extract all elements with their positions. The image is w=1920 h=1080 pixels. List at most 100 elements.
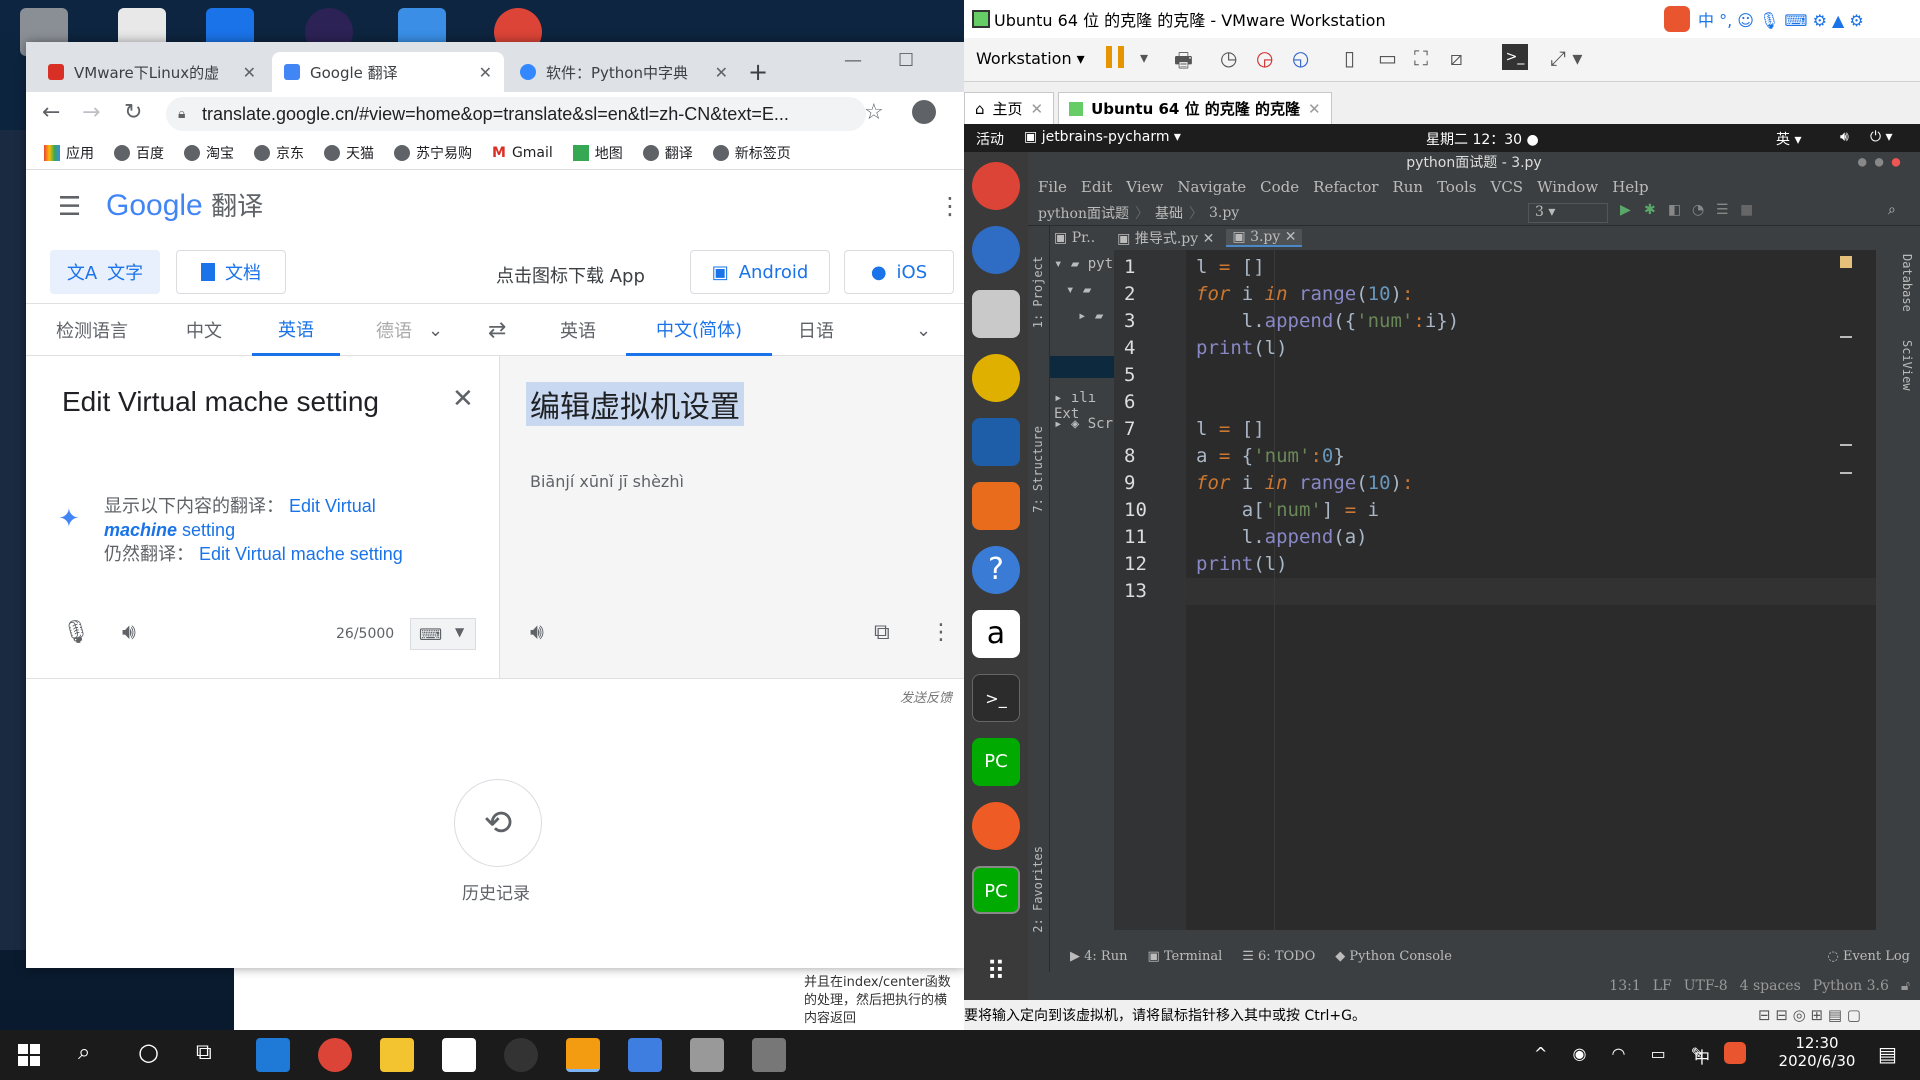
send-feedback-link[interactable]: 发送反馈 xyxy=(900,687,952,706)
project-tool-button[interactable]: 1: Project xyxy=(1031,256,1045,328)
activities-button[interactable]: 活动 xyxy=(976,129,1004,149)
indent-setting[interactable]: 4 spaces xyxy=(1740,978,1801,994)
menu-code[interactable]: Code xyxy=(1260,178,1299,196)
minimize-icon[interactable]: — xyxy=(844,50,862,71)
lang-target-english[interactable]: 英语 xyxy=(560,304,596,356)
search-everywhere-icon[interactable]: ⌕ xyxy=(1888,202,1896,218)
lang-target-chinese[interactable]: 中文(简体) xyxy=(626,304,773,356)
snapshot-manager-icon[interactable]: ◵ xyxy=(1292,46,1309,70)
clock[interactable]: 星期二 12：30 ● xyxy=(1426,129,1539,149)
breadcrumb-file[interactable]: 3.py xyxy=(1209,205,1239,221)
swap-languages-icon[interactable]: ⇄ xyxy=(488,304,506,356)
sciview-tool-button[interactable]: SciView xyxy=(1900,340,1914,391)
app-menu[interactable]: ▣ jetbrains-pycharm ▾ xyxy=(1024,129,1181,145)
menu-view[interactable]: View xyxy=(1126,178,1163,196)
close-tab-icon[interactable]: ✕ xyxy=(243,63,256,82)
pycharm-icon[interactable]: PC xyxy=(972,738,1020,786)
stop-icon[interactable]: ■ xyxy=(1740,202,1753,218)
inspection-warning-icon[interactable] xyxy=(1840,256,1852,268)
tab-file[interactable]: ▣ 推导式.py ✕ xyxy=(1117,228,1214,248)
mode-document-button[interactable]: 文档 xyxy=(176,250,286,294)
browser-tab-active[interactable]: Google 翻译 ✕ xyxy=(272,52,504,92)
menu-window[interactable]: Window xyxy=(1537,178,1598,196)
ime-indicator[interactable]: 中 xyxy=(1694,1044,1710,1068)
mode-text-button[interactable]: 文A 文字 xyxy=(50,250,160,294)
stretch-icon[interactable]: ⤢ ▾ xyxy=(1550,46,1582,70)
lang-source-german[interactable]: 德语 xyxy=(376,304,412,356)
bookmark-item[interactable]: M Gmail xyxy=(492,145,553,161)
window-controls[interactable]: ● ● ● xyxy=(1858,154,1900,170)
lock-icon[interactable]: 🔓︎ xyxy=(1901,978,1910,994)
file-encoding[interactable]: UTF-8 xyxy=(1684,978,1728,994)
bookmark-item[interactable]: 翻译 xyxy=(642,143,693,163)
thumbnail-icon[interactable]: ▭ xyxy=(1378,46,1397,70)
clear-text-icon[interactable]: ✕ xyxy=(452,384,474,414)
close-tab-icon[interactable]: ✕ xyxy=(479,63,492,82)
lang-source-english[interactable]: 英语 xyxy=(252,304,340,356)
cursor-position[interactable]: 13:1 xyxy=(1609,978,1640,994)
run-tool-tab[interactable]: ▶ 4: Run xyxy=(1070,949,1127,964)
power-icon[interactable]: ⏻ ▾ xyxy=(1870,129,1893,145)
browser-tab[interactable]: VMware下Linux的虚 ✕ xyxy=(36,52,268,92)
bookmark-item[interactable]: 苏宁易购 xyxy=(394,143,472,163)
tab-file-active[interactable]: ▣ 3.py ✕ xyxy=(1226,229,1303,247)
revert-snapshot-icon[interactable]: ◶ xyxy=(1256,46,1273,70)
history-icon[interactable]: ⟲ xyxy=(454,779,542,867)
system-tray-icons[interactable]: ^ ◉ ◠ ▭ ✎ xyxy=(1534,1044,1714,1063)
minimize-icon[interactable]: ● xyxy=(1858,154,1866,170)
tab-project[interactable]: ▣ Pr.. xyxy=(1054,230,1095,246)
still-translate-link[interactable]: Edit Virtual mache setting xyxy=(199,544,403,564)
suggest-link[interactable]: setting xyxy=(182,520,235,540)
amazon-icon[interactable]: a xyxy=(972,610,1020,658)
back-icon[interactable]: ← xyxy=(42,100,60,125)
structure-tool-button[interactable]: 7: Structure xyxy=(1031,426,1045,513)
event-log-tool-tab[interactable]: ◌ Event Log xyxy=(1827,949,1910,964)
browser-tab[interactable]: 软件：Python中字典 ✕ xyxy=(508,52,740,92)
unity-icon[interactable]: ⧄ xyxy=(1450,46,1463,70)
terminal-icon[interactable]: >_ xyxy=(972,674,1020,722)
menu-vcs[interactable]: VCS xyxy=(1491,178,1524,196)
favorites-tool-button[interactable]: 2: Favorites xyxy=(1031,846,1045,933)
tab-home[interactable]: ⌂ 主页 ✕ xyxy=(964,92,1055,124)
input-method-indicator[interactable]: 英 ▾ xyxy=(1776,129,1801,149)
cortana-icon[interactable]: ○ xyxy=(138,1038,159,1066)
python-console-tool-tab[interactable]: ◆ Python Console xyxy=(1335,949,1452,964)
bookmark-star-icon[interactable]: ☆ xyxy=(864,100,884,125)
project-tree-selected-row[interactable] xyxy=(1050,356,1114,378)
copy-icon[interactable]: ⧉ xyxy=(874,620,890,645)
hamburger-menu-icon[interactable]: ☰ xyxy=(58,192,81,222)
run-config-select[interactable]: 3 ▾ xyxy=(1528,203,1608,223)
start-icon[interactable] xyxy=(18,1044,40,1066)
help-icon[interactable]: ? xyxy=(972,546,1020,594)
show-applications-icon[interactable]: ⠿ xyxy=(972,952,1020,1000)
snapshot-icon[interactable]: ◷ xyxy=(1220,46,1237,70)
target-lang-dropdown-icon[interactable]: ⌄ xyxy=(916,304,931,356)
android-button[interactable]: ▣ Android xyxy=(690,250,830,294)
menu-run[interactable]: Run xyxy=(1392,178,1423,196)
profile-icon[interactable]: ◔ xyxy=(1692,202,1704,218)
menu-navigate[interactable]: Navigate xyxy=(1177,178,1246,196)
thunderbird-icon[interactable] xyxy=(972,226,1020,274)
pause-icon[interactable] xyxy=(1106,46,1124,68)
terminal-tool-tab[interactable]: ▣ Terminal xyxy=(1147,949,1222,964)
close-tab-icon[interactable]: ✕ xyxy=(1308,100,1321,118)
profile-avatar-icon[interactable] xyxy=(912,100,936,124)
maximize-icon[interactable]: ☐ xyxy=(898,50,914,71)
code-editor[interactable]: l = [] for i in range(10): l.append({'nu… xyxy=(1186,250,1876,930)
database-tool-button[interactable]: Database xyxy=(1900,254,1914,312)
line-separator[interactable]: LF xyxy=(1653,978,1672,994)
bookmark-item[interactable]: 地图 xyxy=(572,143,623,163)
scratches-item[interactable]: ▸ ◈ Scr xyxy=(1054,416,1113,432)
speaker-icon[interactable]: 🔊︎ xyxy=(530,620,544,645)
menu-file[interactable]: File xyxy=(1038,178,1067,196)
chevron-down-icon[interactable]: ▾ xyxy=(1140,48,1148,67)
typora-taskbar-icon[interactable] xyxy=(442,1038,476,1072)
lang-target-japanese[interactable]: 日语 xyxy=(798,304,834,356)
menu-tools[interactable]: Tools xyxy=(1437,178,1476,196)
vmware-taskbar-icon[interactable] xyxy=(566,1038,600,1072)
bookmark-item[interactable]: 新标签页 xyxy=(712,143,791,163)
menu-help[interactable]: Help xyxy=(1612,178,1648,196)
close-tab-icon[interactable]: ✕ xyxy=(715,63,728,82)
action-center-icon[interactable]: ▤ xyxy=(1878,1042,1897,1066)
keyboard-button[interactable]: ⌨ ▼ xyxy=(410,618,476,650)
